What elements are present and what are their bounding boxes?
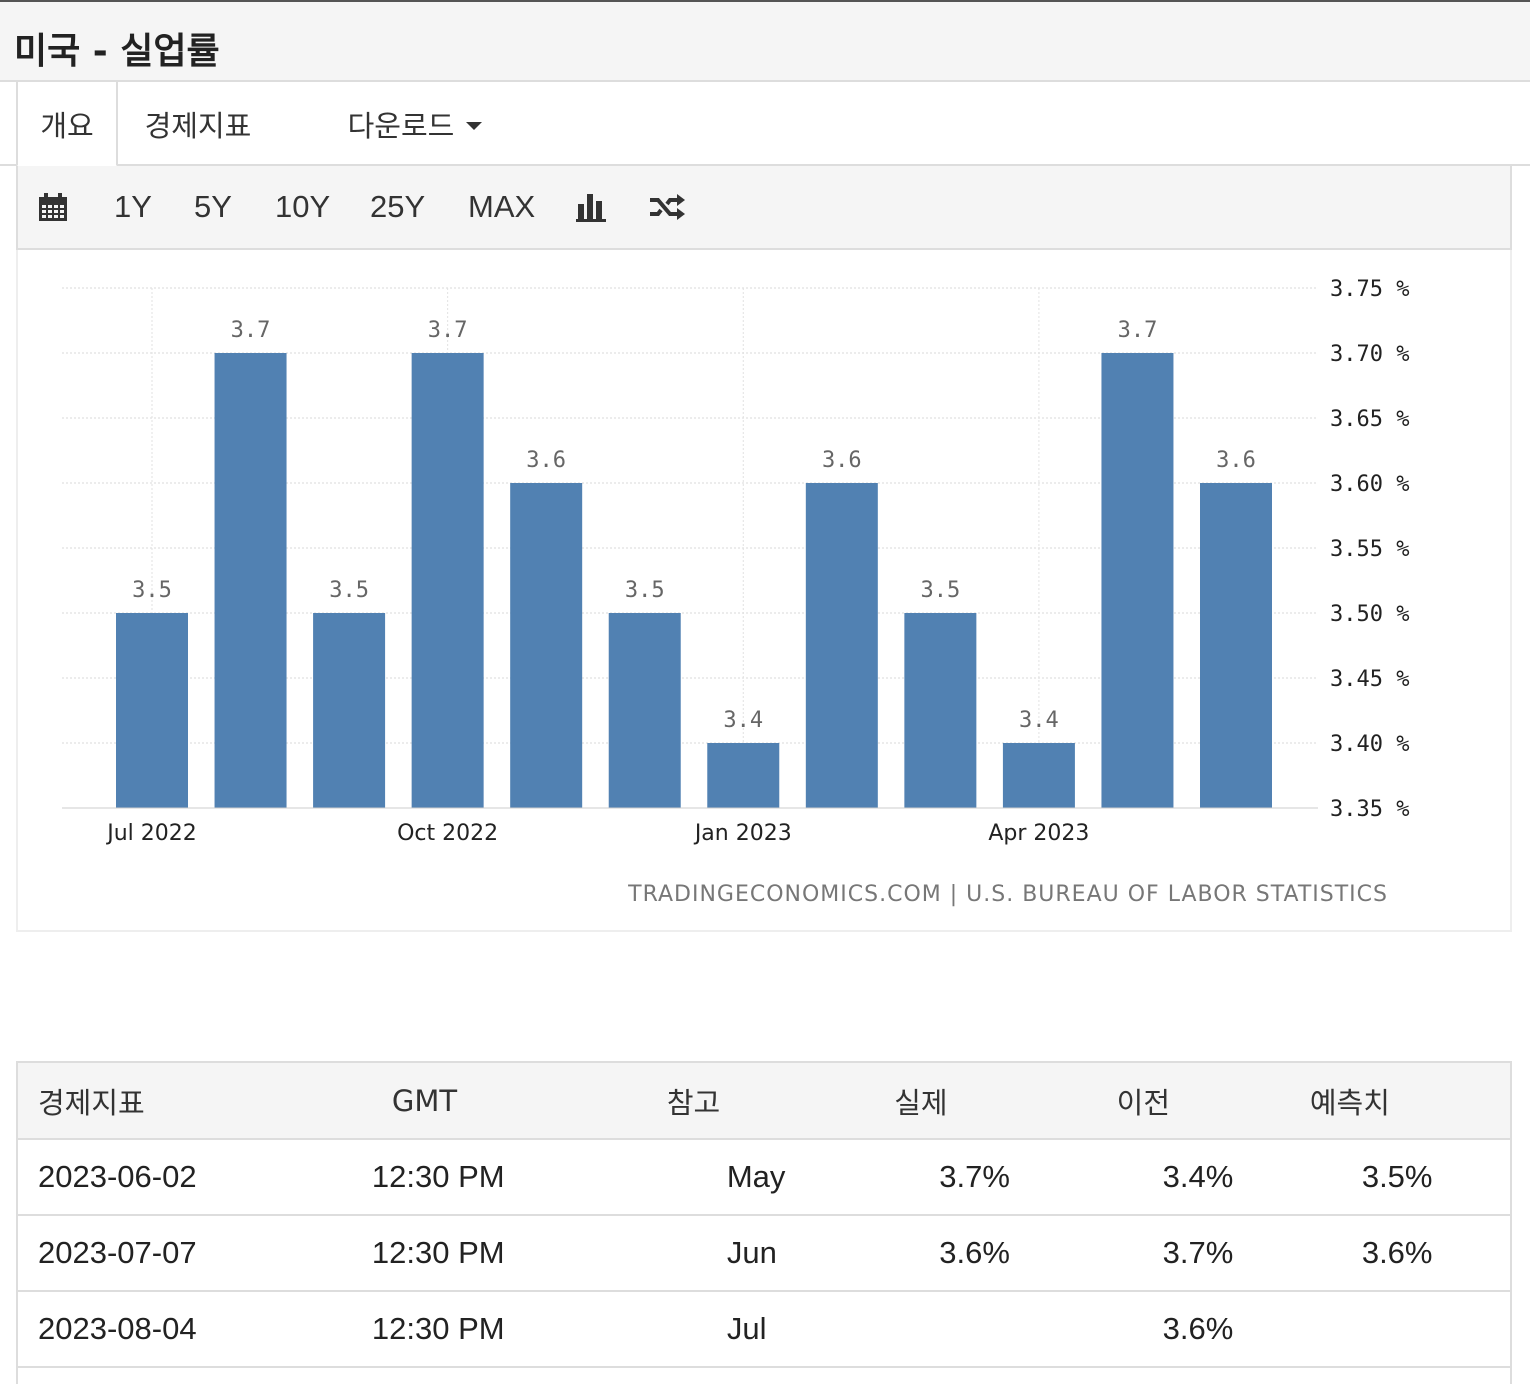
x-tick-label: Jan 2023 xyxy=(693,821,792,846)
x-tick-label: Oct 2022 xyxy=(397,821,498,846)
bar-data-label: 3.5 xyxy=(625,578,665,603)
caret-down-icon xyxy=(466,122,483,130)
chart-bar xyxy=(1200,483,1272,808)
event-reference: Jul xyxy=(666,1291,895,1368)
table-row: 2023-07-07 12:30 PM Jun 3.6% 3.7% 3.6% xyxy=(18,1215,1510,1292)
table-row: 2023-08-04 12:30 PM Jul 3.6% xyxy=(18,1291,1510,1368)
y-tick-label: 3.35 % xyxy=(1330,797,1409,822)
chart-bar xyxy=(214,353,287,808)
col-gmt-header: GMT xyxy=(371,1063,667,1140)
chart-bar xyxy=(608,613,681,808)
bar-data-label: 3.6 xyxy=(526,448,566,473)
tab-download[interactable]: 다운로드 xyxy=(330,82,500,166)
event-actual: 3.7% xyxy=(894,1139,1117,1216)
page-title: 미국 - 실업률 xyxy=(14,31,220,72)
event-gmt: 12:30 PM xyxy=(371,1291,667,1368)
chart-source-credit: TRADINGECONOMICS.COM | U.S. BUREAU OF LA… xyxy=(627,882,1388,907)
bar-data-label: 3.6 xyxy=(822,448,862,473)
chart-bar xyxy=(1101,353,1174,808)
col-previous-header: 이전 xyxy=(1116,1063,1310,1140)
bar-chart-icon[interactable] xyxy=(576,166,608,248)
event-previous: 3.7% xyxy=(1116,1215,1310,1292)
event-previous: 3.6% xyxy=(1116,1291,1310,1368)
x-tick-label: Jul 2022 xyxy=(105,821,197,846)
event-reference: Jun xyxy=(666,1215,895,1292)
tab-bar: 개요 경제지표 다운로드 xyxy=(0,82,1530,167)
bar-data-label: 3.5 xyxy=(920,578,960,603)
event-forecast: 3.5% xyxy=(1309,1139,1510,1216)
chart-bar xyxy=(510,483,583,808)
y-tick-label: 3.70 % xyxy=(1330,342,1409,367)
chart-bar xyxy=(904,613,977,808)
chart-bar xyxy=(411,353,484,808)
event-date: 2023-08-04 xyxy=(18,1291,372,1368)
event-previous: 3.4% xyxy=(1116,1139,1310,1216)
col-actual-header: 실제 xyxy=(894,1063,1117,1140)
y-tick-label: 3.50 % xyxy=(1330,602,1409,627)
bar-data-label: 3.5 xyxy=(132,578,172,603)
tab-indicators[interactable]: 경제지표 xyxy=(118,82,278,166)
col-forecast-header: 예측치 xyxy=(1309,1063,1510,1140)
bar-data-label: 3.7 xyxy=(231,318,271,343)
y-tick-label: 3.55 % xyxy=(1330,537,1409,562)
chart-bar xyxy=(805,483,878,808)
event-gmt: 12:30 PM xyxy=(371,1139,667,1216)
event-date: 2023-06-02 xyxy=(18,1139,372,1216)
events-header-row: 경제지표 GMT 참고 실제 이전 예측치 xyxy=(18,1063,1510,1140)
bar-data-label: 3.7 xyxy=(1118,318,1158,343)
event-actual: 3.6% xyxy=(894,1215,1117,1292)
y-tick-label: 3.75 % xyxy=(1330,277,1409,302)
col-reference-header: 참고 xyxy=(666,1063,895,1140)
bar-data-label: 3.7 xyxy=(428,318,468,343)
chart-bar xyxy=(313,613,386,808)
chart-toolbar: 1Y 5Y 10Y 25Y MAX xyxy=(16,166,1512,250)
range-25y-button[interactable]: 25Y xyxy=(370,166,425,248)
events-table: 경제지표 GMT 참고 실제 이전 예측치 2023-06-02 12:30 P… xyxy=(16,1061,1512,1384)
bar-data-label: 3.4 xyxy=(1019,708,1059,733)
range-5y-button[interactable]: 5Y xyxy=(194,166,232,248)
x-tick-label: Apr 2023 xyxy=(988,821,1089,846)
bar-data-label: 3.6 xyxy=(1216,448,1256,473)
chart-bar xyxy=(1002,743,1075,808)
event-reference: May xyxy=(666,1139,895,1216)
range-1y-button[interactable]: 1Y xyxy=(114,166,152,248)
unemployment-bar-chart: 3.75 % 3.70 % 3.65 % 3.60 % 3.55 % 3.50 % 3.45… xyxy=(62,277,1409,907)
bar-data-label: 3.4 xyxy=(723,708,763,733)
y-tick-label: 3.40 % xyxy=(1330,732,1409,757)
bar-data-label: 3.5 xyxy=(329,578,369,603)
tab-download-label: 다운로드 xyxy=(347,109,455,143)
shuffle-icon[interactable] xyxy=(648,166,686,248)
tab-overview[interactable]: 개요 xyxy=(16,82,118,167)
event-actual xyxy=(894,1291,1117,1368)
chart-panel: 3.75 % 3.70 % 3.65 % 3.60 % 3.55 % 3.50 % 3.45… xyxy=(16,250,1512,932)
event-gmt: 12:30 PM xyxy=(371,1215,667,1292)
col-indicator-header: 경제지표 xyxy=(18,1063,372,1140)
event-date: 2023-07-07 xyxy=(18,1215,372,1292)
y-tick-label: 3.60 % xyxy=(1330,472,1409,497)
range-max-button[interactable]: MAX xyxy=(468,166,535,248)
chart-bar xyxy=(116,613,188,808)
chart-bar xyxy=(707,743,780,808)
event-forecast: 3.6% xyxy=(1309,1215,1510,1292)
y-tick-label: 3.65 % xyxy=(1330,407,1409,432)
table-row: 2023-06-02 12:30 PM May 3.7% 3.4% 3.5% xyxy=(18,1139,1510,1216)
event-forecast xyxy=(1309,1291,1510,1368)
page-header: 미국 - 실업률 xyxy=(0,0,1530,82)
range-10y-button[interactable]: 10Y xyxy=(275,166,330,248)
calendar-icon[interactable] xyxy=(38,166,68,248)
y-tick-label: 3.45 % xyxy=(1330,667,1409,692)
